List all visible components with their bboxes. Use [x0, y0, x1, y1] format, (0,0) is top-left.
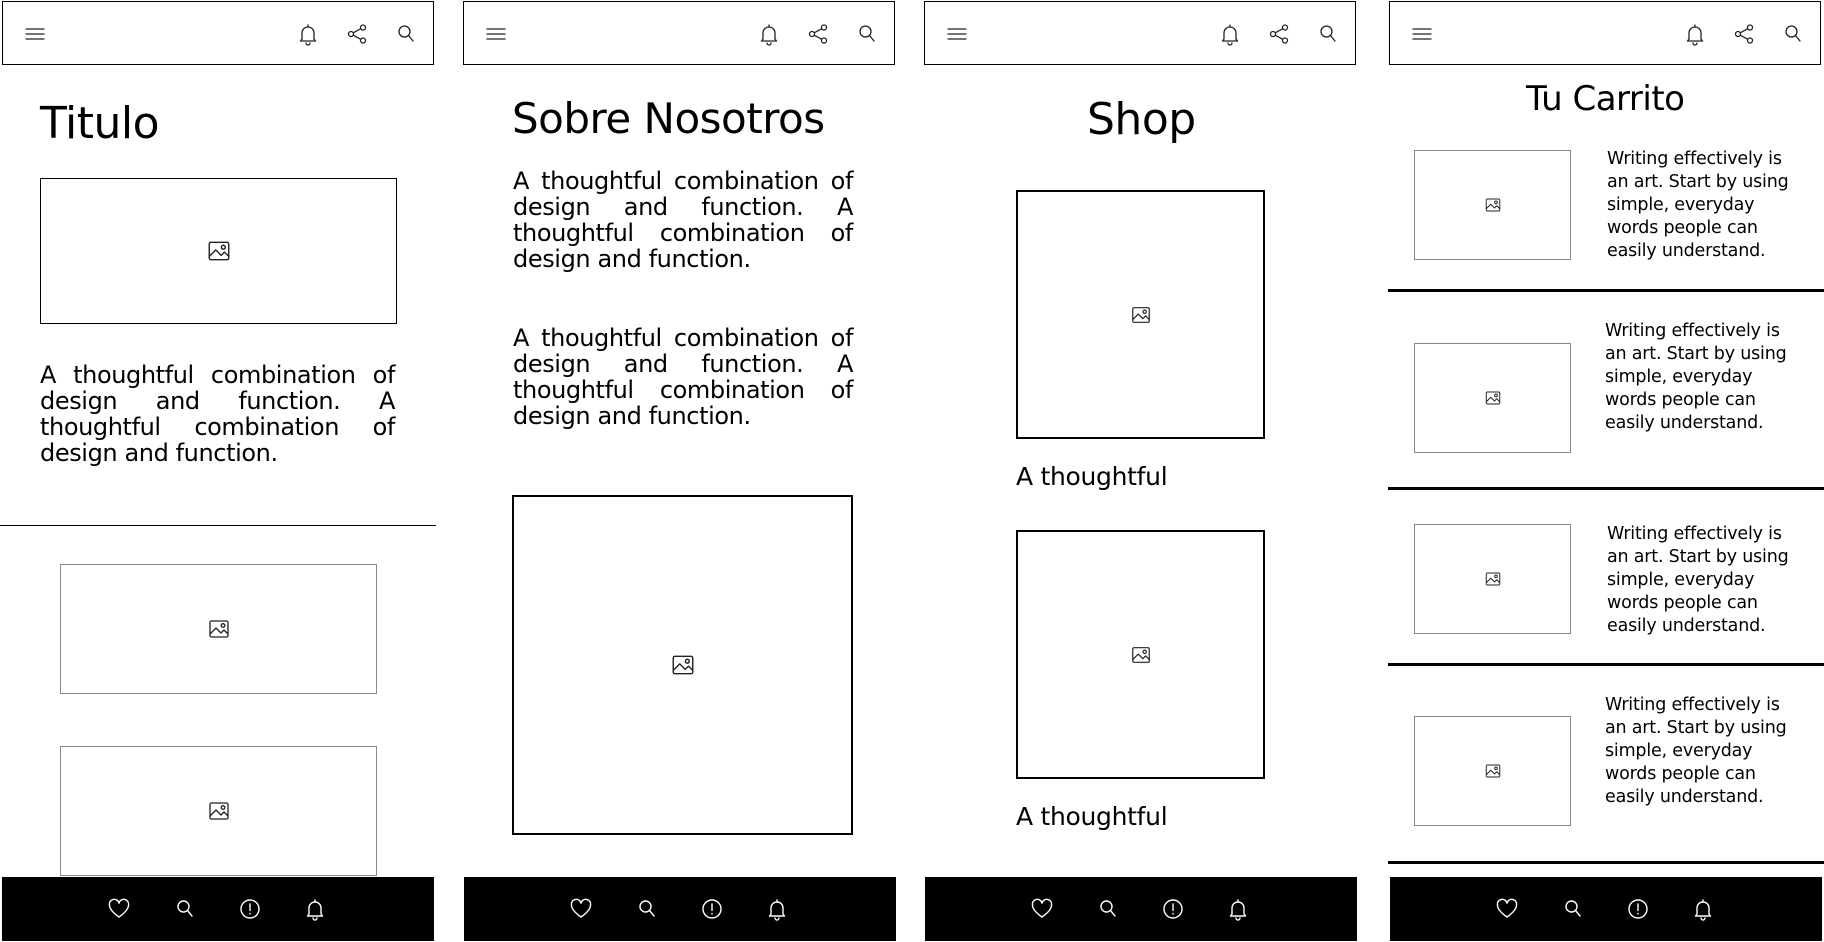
bell-icon[interactable] — [1683, 22, 1707, 46]
image-placeholder-icon — [1130, 644, 1152, 666]
bottom-nav-bar — [925, 877, 1357, 941]
bottom-nav-bar — [1390, 877, 1822, 941]
about-paragraph: A thoughtful combination of design and f… — [513, 167, 853, 273]
cart-item-image[interactable] — [1414, 524, 1571, 634]
top-app-bar — [2, 1, 434, 65]
product-image[interactable] — [1016, 190, 1265, 439]
hamburger-menu-icon[interactable] — [1410, 22, 1434, 46]
bell-icon[interactable] — [296, 22, 320, 46]
image-placeholder-icon — [1130, 304, 1152, 326]
search-icon[interactable] — [1781, 22, 1805, 46]
cart-item-description: Writing effectively is an art. Start by … — [1607, 149, 1789, 261]
about-image-placeholder — [512, 495, 853, 835]
section-divider — [0, 525, 436, 526]
bottom-nav-bar — [464, 877, 896, 941]
bell-icon[interactable] — [303, 897, 327, 921]
share-icon[interactable] — [806, 22, 830, 46]
screen-cart: Tu Carrito Writing effectively is an art… — [1388, 0, 1824, 942]
image-placeholder-icon — [1484, 196, 1502, 214]
screen-home: Titulo A thoughtful combination of desig… — [0, 0, 436, 942]
image-placeholder-icon — [1484, 762, 1502, 780]
page-title: Titulo — [40, 98, 160, 149]
share-icon[interactable] — [1732, 22, 1756, 46]
page-title: Shop — [1087, 94, 1196, 145]
image-placeholder-icon — [207, 799, 231, 823]
product-image[interactable] — [1016, 530, 1265, 779]
product-caption[interactable]: A thoughtful — [1016, 802, 1168, 831]
cart-item-image[interactable] — [1414, 150, 1571, 260]
share-icon[interactable] — [1267, 22, 1291, 46]
share-icon[interactable] — [345, 22, 369, 46]
screen-shop: Shop A thoughtful A thoughtful — [923, 0, 1359, 942]
heart-icon[interactable] — [569, 897, 593, 921]
cart-item-divider — [1388, 289, 1824, 292]
cart-item-divider — [1388, 861, 1824, 864]
image-card[interactable] — [60, 564, 377, 694]
cart-item-description: Writing effectively is an art. Start by … — [1605, 695, 1787, 807]
cart-item-description: Writing effectively is an art. Start by … — [1607, 524, 1789, 636]
image-placeholder-icon — [1484, 570, 1502, 588]
screen-about: Sobre Nosotros A thoughtful combination … — [462, 0, 898, 942]
about-paragraph: A thoughtful combination of design and f… — [513, 324, 853, 430]
cart-item-divider — [1388, 663, 1824, 666]
top-app-bar — [1389, 1, 1821, 65]
exclamation-circle-icon[interactable] — [238, 897, 262, 921]
hamburger-menu-icon[interactable] — [23, 22, 47, 46]
cart-item-description: Writing effectively is an art. Start by … — [1605, 321, 1787, 433]
top-app-bar — [924, 1, 1356, 65]
image-placeholder-icon — [206, 238, 232, 264]
search-icon[interactable] — [855, 22, 879, 46]
page-title: Sobre Nosotros — [512, 94, 825, 143]
bottom-nav-bar — [2, 877, 434, 941]
bell-icon[interactable] — [757, 22, 781, 46]
search-icon[interactable] — [1561, 897, 1585, 921]
search-icon[interactable] — [635, 897, 659, 921]
bell-icon[interactable] — [1691, 897, 1715, 921]
exclamation-circle-icon[interactable] — [1626, 897, 1650, 921]
hamburger-menu-icon[interactable] — [945, 22, 969, 46]
bell-icon[interactable] — [1218, 22, 1242, 46]
cart-item-image[interactable] — [1414, 343, 1571, 453]
image-placeholder-icon — [670, 652, 696, 678]
exclamation-circle-icon[interactable] — [1161, 897, 1185, 921]
cart-item-divider — [1388, 487, 1824, 490]
image-placeholder-icon — [1484, 389, 1502, 407]
image-placeholder-icon — [207, 617, 231, 641]
intro-paragraph: A thoughtful combination of design and f… — [40, 361, 395, 467]
exclamation-circle-icon[interactable] — [700, 897, 724, 921]
image-card[interactable] — [60, 746, 377, 876]
bell-icon[interactable] — [765, 897, 789, 921]
search-icon[interactable] — [394, 22, 418, 46]
product-caption[interactable]: A thoughtful — [1016, 462, 1168, 491]
search-icon[interactable] — [1096, 897, 1120, 921]
bell-icon[interactable] — [1226, 897, 1250, 921]
heart-icon[interactable] — [1030, 897, 1054, 921]
search-icon[interactable] — [173, 897, 197, 921]
search-icon[interactable] — [1316, 22, 1340, 46]
top-app-bar — [463, 1, 895, 65]
heart-icon[interactable] — [107, 897, 131, 921]
heart-icon[interactable] — [1495, 897, 1519, 921]
hamburger-menu-icon[interactable] — [484, 22, 508, 46]
hero-image-placeholder — [40, 178, 397, 324]
cart-item-image[interactable] — [1414, 716, 1571, 826]
page-title: Tu Carrito — [1526, 79, 1685, 119]
